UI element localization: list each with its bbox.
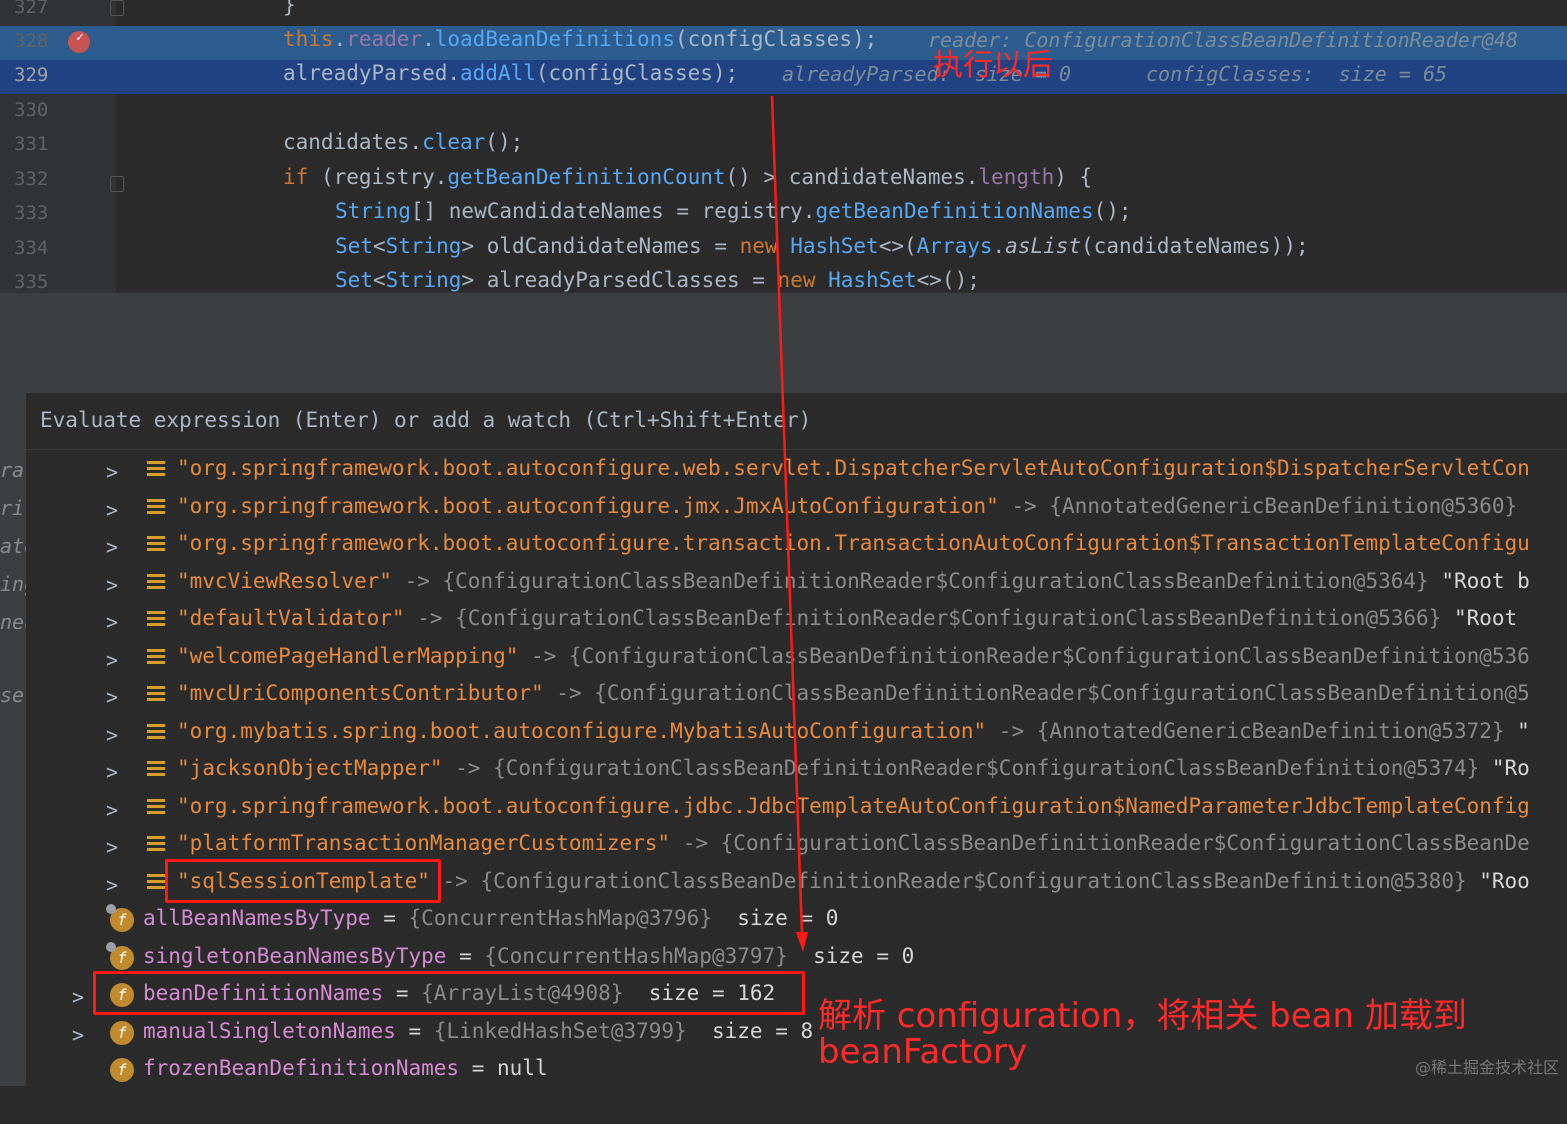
annotation-arrow bbox=[770, 95, 808, 952]
annotation-description-line2: beanFactory bbox=[818, 1032, 1028, 1072]
annotation-description-line1: 解析 configuration，将相关 bean 加载到 bbox=[818, 996, 1467, 1036]
annotation-after-exec: 执行以后 bbox=[933, 48, 1053, 83]
watermark: @稀土掘金技术社区 bbox=[1414, 1058, 1559, 1077]
